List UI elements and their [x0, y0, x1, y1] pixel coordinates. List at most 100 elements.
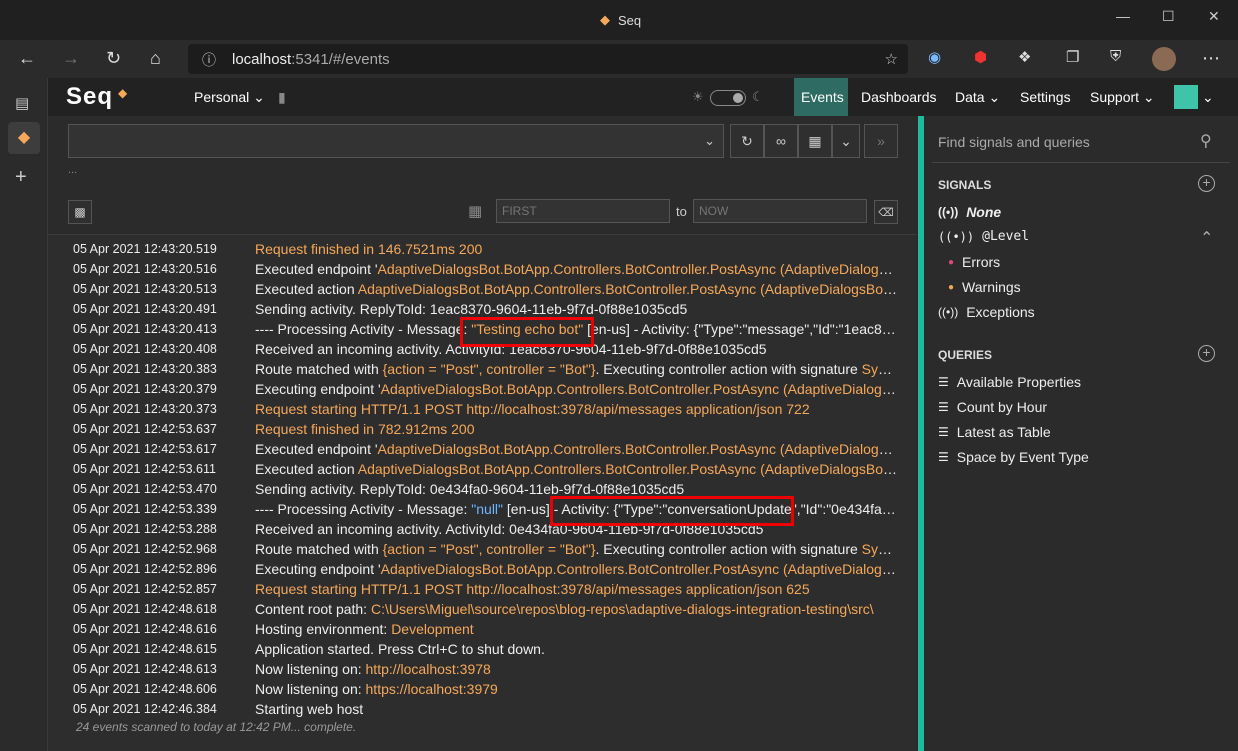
link-icon: ∞ — [776, 133, 786, 149]
signal-errors[interactable]: ● Errors — [948, 254, 1000, 270]
more-menu-icon[interactable]: ⋯ — [1202, 48, 1220, 69]
query-space-by-event-type[interactable]: ☰ Space by Event Type — [938, 449, 1089, 465]
signal-level[interactable]: ((•)) @Level — [938, 229, 1029, 244]
info-icon[interactable]: ⓘ — [202, 50, 216, 70]
event-row[interactable]: 05 Apr 2021 12:42:52.968 Route matched wi… — [48, 539, 916, 559]
filter-input[interactable]: ⌄ — [68, 124, 724, 158]
home-icon[interactable]: ⌂ — [150, 48, 161, 69]
tab-actions-icon[interactable]: ▤ — [15, 94, 29, 112]
user-identicon[interactable] — [1174, 85, 1198, 109]
event-row[interactable]: 05 Apr 2021 12:42:46.384 Starting web hos… — [48, 699, 916, 719]
favorite-star-icon[interactable]: ☆ — [885, 50, 898, 68]
event-row[interactable]: 05 Apr 2021 12:43:20.519 Request finished… — [48, 239, 916, 259]
event-message-segment: Development — [391, 621, 474, 637]
event-row[interactable]: 05 Apr 2021 12:43:20.383 Route matched wi… — [48, 359, 916, 379]
event-row[interactable]: 05 Apr 2021 12:43:20.513 Executed action … — [48, 279, 916, 299]
new-tab-icon[interactable]: + — [15, 166, 27, 189]
event-timestamp: 05 Apr 2021 12:42:46.384 — [73, 702, 217, 716]
event-timestamp: 05 Apr 2021 12:43:20.516 — [73, 262, 217, 276]
nav-settings[interactable]: Settings — [1020, 89, 1071, 105]
event-row[interactable]: 05 Apr 2021 12:42:48.613 Now listening on… — [48, 659, 916, 679]
event-message-segment: ---- Processing Activity - Message: — [255, 321, 472, 337]
event-message: Executed action AdaptiveDialogsBot.BotAp… — [255, 281, 898, 297]
workspace-pin-icon[interactable]: ▮ — [278, 89, 286, 106]
event-timestamp: 05 Apr 2021 12:42:53.470 — [73, 482, 217, 496]
query-available-properties[interactable]: ☰ Available Properties — [938, 374, 1081, 390]
profile-avatar[interactable] — [1152, 47, 1176, 71]
signals-search-input[interactable]: Find signals and queries — [938, 134, 1090, 150]
collections-icon[interactable]: ❐ — [1066, 48, 1079, 66]
nav-dashboards[interactable]: Dashboards — [861, 89, 937, 105]
event-timestamp: 05 Apr 2021 12:43:20.379 — [73, 382, 217, 396]
view-options-button[interactable]: ⌄ — [832, 124, 860, 158]
search-icon[interactable]: ⚲ — [1200, 131, 1212, 151]
event-row[interactable]: 05 Apr 2021 12:43:20.373 Request starting… — [48, 399, 916, 419]
signals-heading: SIGNALS — [938, 178, 992, 192]
clear-dates-button[interactable]: ⌫ — [874, 200, 898, 224]
event-timestamp: 05 Apr 2021 12:42:53.288 — [73, 522, 217, 536]
add-query-icon[interactable]: + — [1198, 345, 1215, 362]
calendar-icon[interactable]: ▦ — [468, 202, 482, 220]
forward-icon[interactable]: → — [62, 48, 80, 69]
refresh-icon[interactable]: ↻ — [106, 48, 121, 69]
history-dropdown-icon[interactable]: ⌄ — [704, 133, 715, 149]
address-bar[interactable]: ⓘ localhost:5341/#/events ☆ — [188, 44, 908, 74]
event-row[interactable]: 05 Apr 2021 12:42:53.637 Request finished… — [48, 419, 916, 439]
event-timestamp: 05 Apr 2021 12:42:53.617 — [73, 442, 217, 456]
event-message: Executed endpoint 'AdaptiveDialogsBot.Bo… — [255, 441, 898, 457]
event-timestamp: 05 Apr 2021 12:42:52.896 — [73, 562, 217, 576]
adblock-icon[interactable]: ⬢ — [974, 48, 987, 66]
event-row[interactable]: 05 Apr 2021 12:42:52.857 Request starting… — [48, 579, 916, 599]
event-row[interactable]: 05 Apr 2021 12:43:20.379 Executing endpoi… — [48, 379, 916, 399]
event-timestamp: 05 Apr 2021 12:43:20.373 — [73, 402, 217, 416]
event-message-segment: AdaptiveDialogsBot.BotApp.Controllers.Bo… — [357, 461, 898, 477]
view-layout-button[interactable]: ▦ — [798, 124, 832, 158]
nav-support[interactable]: Support ⌄ — [1090, 89, 1155, 106]
event-row[interactable]: 05 Apr 2021 12:43:20.491 Sending activity… — [48, 299, 916, 319]
signal-exceptions[interactable]: ((•)) Exceptions — [938, 304, 1035, 320]
maximize-icon[interactable]: ☐ — [1162, 8, 1175, 25]
signal-icon: ((•)) — [938, 205, 959, 219]
tab-seq[interactable]: ◆ — [8, 122, 40, 154]
signal-none[interactable]: ((•)) None — [938, 204, 1001, 220]
date-from-input[interactable] — [496, 199, 670, 223]
add-signal-icon[interactable]: + — [1198, 175, 1215, 192]
minimize-icon[interactable]: — — [1116, 8, 1130, 24]
back-icon[interactable]: ← — [18, 48, 36, 69]
event-row[interactable]: 05 Apr 2021 12:42:53.617 Executed endpoin… — [48, 439, 916, 459]
url-host: localhost — [232, 51, 292, 68]
event-row[interactable]: 05 Apr 2021 12:42:48.616 Hosting environm… — [48, 619, 916, 639]
event-message-segment: C:\Users\Miguel\source\repos\blog-repos\… — [370, 601, 874, 617]
light-theme-icon[interactable]: ☀ — [692, 89, 704, 105]
event-row[interactable]: 05 Apr 2021 12:43:20.516 Executed endpoin… — [48, 259, 916, 279]
extension-icon[interactable]: ◉ — [928, 48, 941, 66]
signal-warnings[interactable]: ● Warnings — [948, 279, 1021, 295]
query-latest-as-table[interactable]: ☰ Latest as Table — [938, 424, 1051, 440]
shield-icon[interactable]: ⛨ — [1110, 48, 1121, 65]
extensions-puzzle-icon[interactable]: ❖ — [1018, 48, 1031, 66]
user-menu-chevron-icon[interactable]: ⌄ — [1202, 89, 1214, 106]
theme-toggle[interactable] — [710, 90, 746, 106]
dark-theme-icon[interactable]: ☾ — [752, 89, 764, 105]
close-icon[interactable]: ✕ — [1208, 8, 1220, 25]
event-message-segment: Request finished in 782.912ms 200 — [255, 421, 475, 437]
collapse-chevron-icon[interactable]: ⌃ — [1200, 228, 1213, 248]
nav-events[interactable]: Events — [801, 89, 844, 105]
workspace-select[interactable]: Personal ⌄ — [194, 89, 265, 106]
nav-data[interactable]: Data ⌄ — [955, 89, 1000, 106]
date-to-input[interactable] — [693, 199, 867, 223]
refresh-button[interactable]: ↻ — [730, 124, 764, 158]
histogram-button[interactable]: ▩ — [68, 200, 92, 224]
query-icon: ☰ — [938, 450, 949, 464]
event-row[interactable]: 05 Apr 2021 12:42:48.615 Application star… — [48, 639, 916, 659]
query-count-by-hour[interactable]: ☰ Count by Hour — [938, 399, 1047, 415]
expand-button[interactable]: » — [864, 124, 898, 158]
event-row[interactable]: 05 Apr 2021 12:42:48.618 Content root pat… — [48, 599, 916, 619]
event-message-segment: Sending activity. ReplyToId: 1eac8370-96… — [255, 301, 688, 317]
event-message-segment: ---- Processing Activity - Message: — [255, 501, 472, 517]
event-row[interactable]: 05 Apr 2021 12:42:48.606 Now listening on… — [48, 679, 916, 699]
link-button[interactable]: ∞ — [764, 124, 798, 158]
browser-sidebar: ▤ ◆ + — [0, 78, 48, 751]
event-row[interactable]: 05 Apr 2021 12:42:52.896 Executing endpoi… — [48, 559, 916, 579]
event-row[interactable]: 05 Apr 2021 12:42:53.611 Executed action … — [48, 459, 916, 479]
